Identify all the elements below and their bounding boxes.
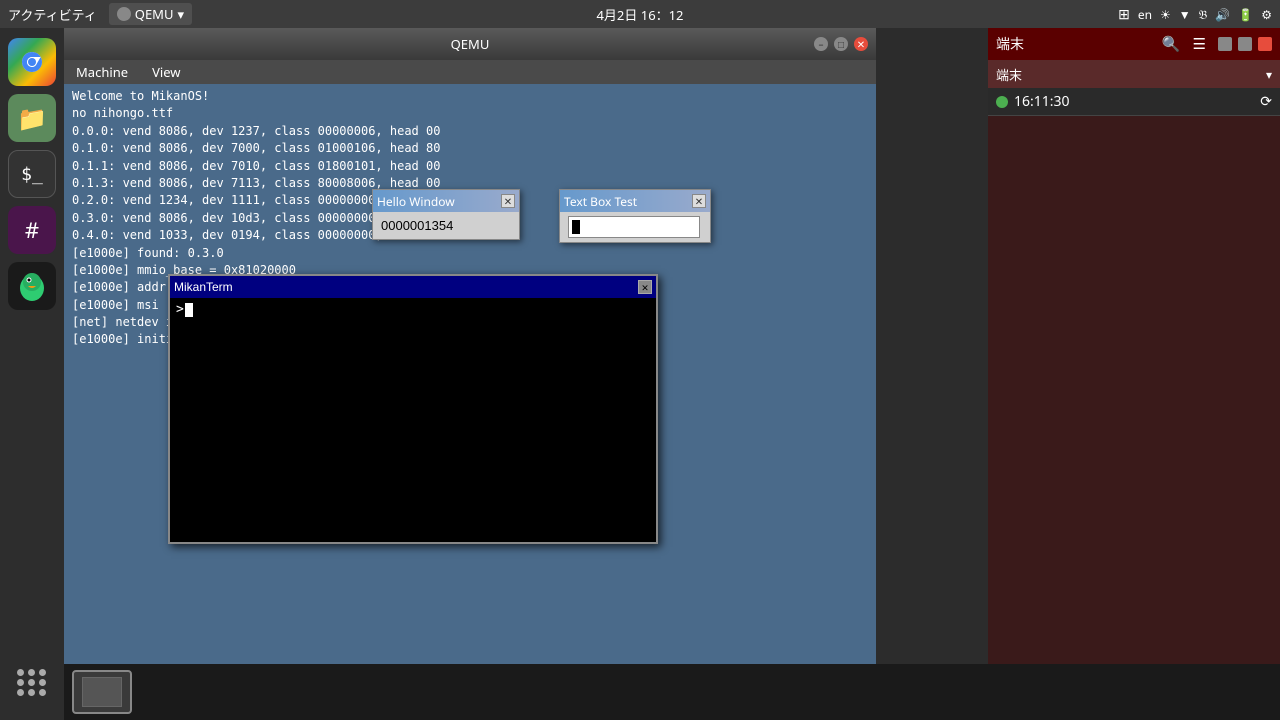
volume-icon: 🔊	[1215, 6, 1230, 23]
qemu-menubar: Machine View	[64, 60, 876, 84]
textbox-window-title: Text Box Test	[564, 193, 637, 210]
dock-appgrid-button[interactable]	[8, 658, 56, 706]
hello-window-content: 0000001354	[381, 218, 453, 233]
mikanterm-close-button[interactable]: ✕	[638, 280, 652, 294]
lang-indicator[interactable]: en	[1138, 6, 1152, 23]
qemu-dropdown-icon: ▾	[177, 5, 184, 23]
right-close-button[interactable]	[1258, 37, 1272, 51]
brightness-icon: ☀	[1160, 6, 1171, 23]
dock-parrot-icon[interactable]	[8, 262, 56, 310]
mikanterm-titlebar: MikanTerm ✕	[170, 276, 656, 298]
right-panel-icons: 🔍 ☰	[1162, 34, 1272, 54]
qemu-app-label: QEMU	[135, 5, 174, 23]
term-prompt-symbol: >	[176, 302, 184, 317]
clock-green-dot	[996, 96, 1008, 108]
qemu-window-title: QEMU	[451, 35, 490, 53]
term-prompt: >	[176, 302, 650, 317]
settings-icon[interactable]: ⚙	[1261, 6, 1272, 23]
qemu-app-indicator[interactable]: QEMU ▾	[109, 3, 192, 25]
system-icon-apps: ⊞	[1118, 5, 1130, 24]
terminal-panel-arrow[interactable]: ▾	[1266, 66, 1272, 83]
right-menu-icon[interactable]: ☰	[1193, 34, 1206, 54]
hello-window-close-button[interactable]: ✕	[501, 194, 515, 208]
dock-chrome-icon[interactable]	[8, 38, 56, 86]
right-panel-header: 端末 🔍 ☰	[988, 28, 1280, 60]
qemu-window-controls: – □ ✕	[814, 37, 868, 51]
right-panel-window-controls	[1218, 37, 1272, 51]
wifi-icon: ▼	[1179, 6, 1191, 23]
taskbar-item-1[interactable]	[72, 670, 132, 714]
hello-window-title: Hello Window	[377, 193, 455, 210]
qemu-close-button[interactable]: ✕	[854, 37, 868, 51]
textbox-window-close-button[interactable]: ✕	[692, 194, 706, 208]
terminal-panel: 端末 ▾ 16:11:30 ⟳	[988, 60, 1280, 720]
qemu-minimize-button[interactable]: –	[814, 37, 828, 51]
clock-display: 16:11:30 ⟳	[988, 88, 1280, 116]
qemu-indicator-icon	[117, 7, 131, 21]
textbox-window[interactable]: Text Box Test ✕	[559, 189, 711, 243]
bluetooth-icon: 𝔅	[1199, 6, 1208, 23]
clock-refresh-icon[interactable]: ⟳	[1260, 92, 1272, 111]
qemu-maximize-button[interactable]: □	[834, 37, 848, 51]
left-dock: 📁 $_ #	[0, 28, 64, 720]
qemu-screen: Welcome to MikanOS! no nihongo.ttf 0.0.0…	[64, 84, 876, 664]
mikanterm-window[interactable]: MikanTerm ✕ >	[168, 274, 658, 544]
mikanterm-body: >	[170, 298, 656, 542]
text-cursor	[572, 220, 580, 234]
hello-window[interactable]: Hello Window ✕ 0000001354	[372, 189, 520, 240]
hello-window-titlebar: Hello Window ✕	[373, 190, 519, 212]
right-minimize-button[interactable]	[1218, 37, 1232, 51]
qemu-window: QEMU – □ ✕ Machine View Welcome to Mikan…	[64, 28, 876, 664]
qemu-menu-view[interactable]: View	[148, 63, 184, 81]
dock-slack-icon[interactable]: #	[8, 206, 56, 254]
hello-window-body: 0000001354	[373, 212, 519, 239]
right-search-icon[interactable]: 🔍	[1162, 34, 1181, 54]
top-bar-datetime: 4月2日 16：12	[597, 5, 684, 24]
qemu-menu-machine[interactable]: Machine	[72, 63, 132, 81]
right-maximize-button[interactable]	[1238, 37, 1252, 51]
textbox-window-titlebar: Text Box Test ✕	[560, 190, 710, 212]
dock-terminal-icon[interactable]: $_	[8, 150, 56, 198]
right-panel: 端末 🔍 ☰ 端末 ▾ 16:11:30 ⟳	[988, 28, 1280, 720]
terminal-panel-header: 端末 ▾	[988, 60, 1280, 88]
clock-time: 16:11:30	[1014, 92, 1070, 111]
qemu-titlebar: QEMU – □ ✕	[64, 28, 876, 60]
activity-label[interactable]: アクティビティ	[8, 5, 97, 24]
mikanterm-title: MikanTerm	[174, 280, 233, 294]
right-panel-title: 端末	[996, 34, 1024, 54]
term-block-cursor	[185, 303, 193, 317]
dock-files-icon[interactable]: 📁	[8, 94, 56, 142]
top-bar-left: アクティビティ QEMU ▾	[8, 3, 192, 25]
bottom-taskbar	[64, 664, 1280, 720]
battery-icon: 🔋	[1238, 6, 1253, 23]
terminal-panel-label: 端末	[996, 65, 1022, 84]
appgrid-icon	[17, 669, 47, 696]
top-bar: アクティビティ QEMU ▾ 4月2日 16：12 ⊞ en ☀ ▼ 𝔅 🔊 🔋…	[0, 0, 1280, 28]
top-bar-right: ⊞ en ☀ ▼ 𝔅 🔊 🔋 ⚙	[1118, 5, 1272, 24]
textbox-input[interactable]	[568, 216, 700, 238]
